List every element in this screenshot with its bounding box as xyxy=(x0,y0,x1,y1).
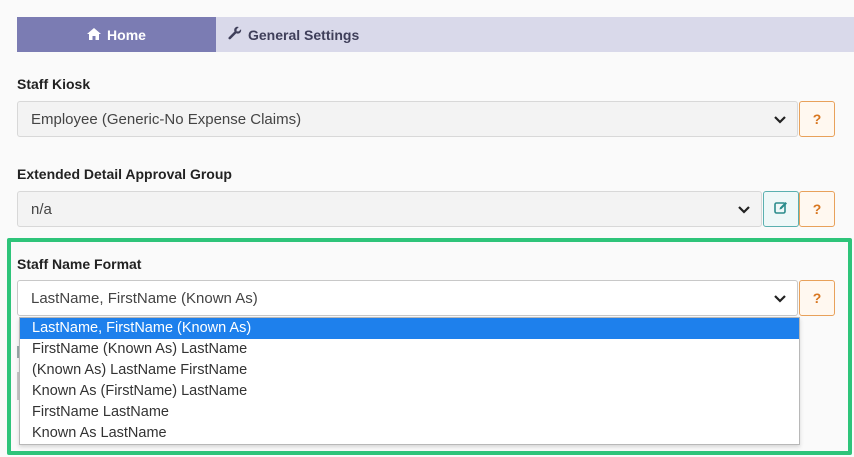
option-firstname-lastname[interactable]: FirstName LastName xyxy=(20,402,799,423)
chevron-down-icon xyxy=(773,112,787,130)
home-icon xyxy=(87,27,107,43)
option-knownas-lastname-firstname[interactable]: (Known As) LastName FirstName xyxy=(20,360,799,381)
edit-icon xyxy=(774,201,788,218)
name-format-help-button[interactable]: ? xyxy=(799,280,835,316)
name-format-value: LastName, FirstName (Known As) xyxy=(31,289,258,307)
approval-group-edit-button[interactable] xyxy=(763,191,799,227)
tab-home-label: Home xyxy=(107,26,146,43)
tab-general-settings-label: General Settings xyxy=(248,26,360,43)
option-firstname-knownas-lastname[interactable]: FirstName (Known As) LastName xyxy=(20,339,799,360)
staff-kiosk-label: Staff Kiosk xyxy=(17,76,91,92)
option-knownas-lastname[interactable]: Known As LastName xyxy=(20,423,799,444)
approval-group-help-button[interactable]: ? xyxy=(799,191,835,227)
tab-general-settings[interactable]: General Settings xyxy=(216,17,359,52)
approval-group-label: Extended Detail Approval Group xyxy=(17,166,232,182)
option-knownas-firstname-lastname[interactable]: Known As (FirstName) LastName xyxy=(20,381,799,402)
name-format-select[interactable]: LastName, FirstName (Known As) xyxy=(17,280,798,316)
staff-kiosk-select[interactable]: Employee (Generic-No Expense Claims) xyxy=(17,101,798,137)
tab-bar: Home General Settings xyxy=(17,17,854,52)
wrench-icon xyxy=(228,26,248,43)
name-format-label: Staff Name Format xyxy=(17,256,142,272)
option-lastname-firstname-knownas[interactable]: LastName, FirstName (Known As) xyxy=(20,318,799,339)
staff-kiosk-value: Employee (Generic-No Expense Claims) xyxy=(31,110,302,128)
staff-kiosk-help-button[interactable]: ? xyxy=(799,101,835,137)
chevron-down-icon xyxy=(773,291,787,309)
approval-group-select[interactable]: n/a xyxy=(17,191,762,227)
name-format-options-list: LastName, FirstName (Known As) FirstName… xyxy=(19,317,800,445)
chevron-down-icon xyxy=(737,202,751,220)
tab-home[interactable]: Home xyxy=(17,17,216,52)
approval-group-value: n/a xyxy=(31,200,52,218)
